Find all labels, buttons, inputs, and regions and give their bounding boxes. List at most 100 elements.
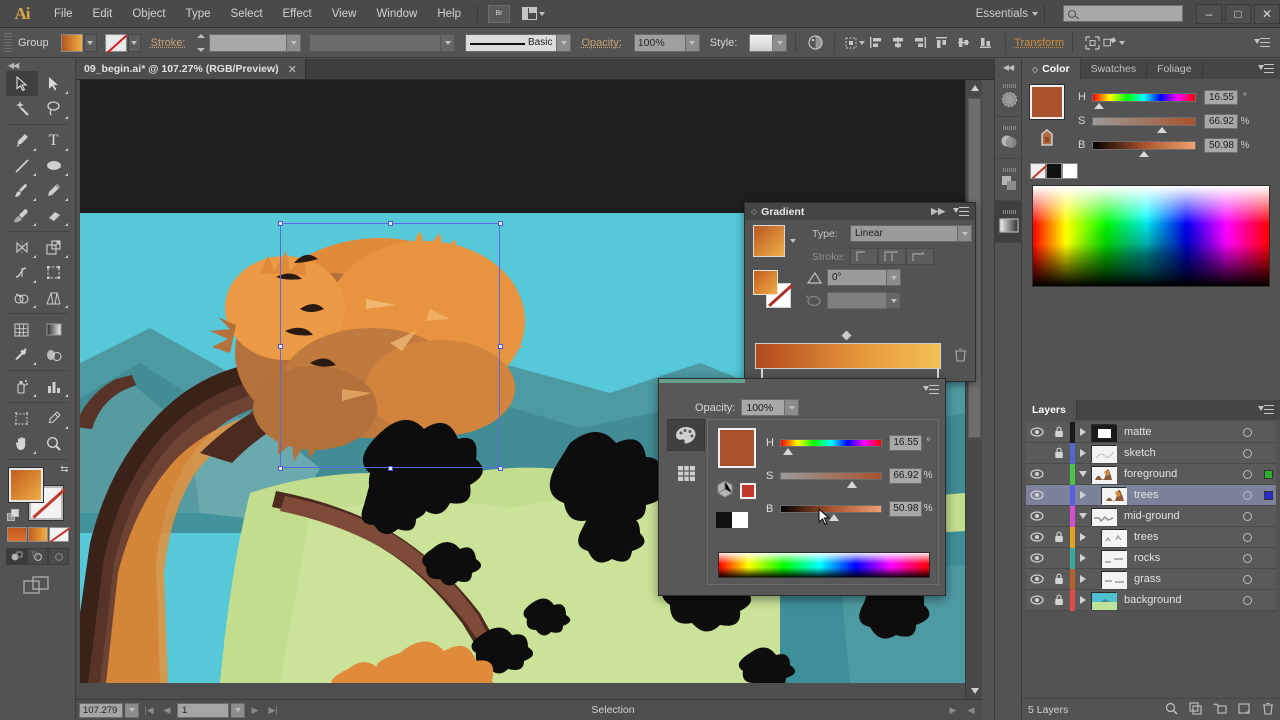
- gradient-angle-chevron-down-icon[interactable]: [887, 269, 901, 286]
- gradient-dock-icon[interactable]: [995, 201, 1023, 243]
- control-panel-menu-icon[interactable]: [1254, 36, 1270, 50]
- graphic-style-swatch[interactable]: [749, 33, 774, 52]
- gradient-panel-menu-icon[interactable]: [953, 205, 969, 219]
- layer-name[interactable]: matte: [1124, 426, 1234, 438]
- gradient-panel-title-bar[interactable]: ◇ Gradient ▶▶: [745, 203, 975, 220]
- selection-bounding-box[interactable]: [278, 221, 503, 471]
- align-top-icon[interactable]: [931, 33, 953, 53]
- appearance-icon[interactable]: [995, 117, 1023, 159]
- menu-object[interactable]: Object: [122, 0, 175, 28]
- create-new-sublayer-icon[interactable]: [1213, 702, 1227, 718]
- next-artboard-button[interactable]: ▶: [247, 703, 263, 718]
- stroke-dropdown-icon[interactable]: [127, 33, 141, 52]
- floating-opacity-input[interactable]: 100%: [741, 399, 786, 416]
- layer-target-circle[interactable]: [1234, 469, 1260, 479]
- opacity-dropdown-icon[interactable]: [685, 33, 700, 52]
- zoom-level-input[interactable]: 107.279: [79, 702, 123, 718]
- minimize-button[interactable]: –: [1196, 3, 1222, 24]
- layer-expand-chevron-right-icon[interactable]: [1075, 596, 1091, 604]
- gradient-tool[interactable]: [38, 317, 70, 342]
- color-panel-stroke-swatch[interactable]: [1039, 129, 1055, 147]
- layer-name[interactable]: rocks: [1134, 552, 1234, 564]
- gradient-fill-button[interactable]: [27, 527, 48, 542]
- selection-tool[interactable]: [5, 71, 38, 96]
- swatch-white[interactable]: [1062, 163, 1078, 179]
- layer-expand-chevron-right-icon[interactable]: [1075, 554, 1091, 562]
- layer-target-circle[interactable]: [1234, 574, 1260, 584]
- swatch-none[interactable]: [1030, 163, 1046, 179]
- workspace-chevron-down-icon[interactable]: [1032, 11, 1038, 16]
- swatch-black[interactable]: [1046, 163, 1062, 179]
- layer-name[interactable]: trees: [1134, 531, 1234, 543]
- handle-top-right[interactable]: [498, 221, 503, 226]
- layer-name[interactable]: mid-ground: [1124, 510, 1234, 522]
- layer-visibility-toggle-icon[interactable]: [1026, 532, 1048, 542]
- close-button[interactable]: ✕: [1254, 3, 1280, 24]
- rotate-tool[interactable]: [6, 235, 38, 260]
- menu-view[interactable]: View: [322, 0, 367, 28]
- tools-collapse-button[interactable]: ◀◀: [0, 59, 75, 71]
- gradient-preset-chevron-down-icon[interactable]: [790, 239, 796, 243]
- color-panel-menu-icon[interactable]: [1258, 62, 1274, 76]
- brush-libraries-icon[interactable]: [995, 75, 1023, 117]
- hand-tool[interactable]: [6, 431, 38, 456]
- blob-brush-tool[interactable]: [6, 203, 38, 228]
- layer-target-circle[interactable]: [1234, 448, 1260, 458]
- stroke-weight-dropdown-icon[interactable]: [287, 33, 302, 52]
- artboard-tool[interactable]: [6, 406, 38, 431]
- floating-opacity-chevron-down-icon[interactable]: [785, 399, 800, 416]
- search-input[interactable]: [1063, 5, 1183, 22]
- layer-lock-toggle-icon[interactable]: [1048, 594, 1070, 606]
- menu-type[interactable]: Type: [176, 0, 221, 28]
- out-of-gamut-swatch[interactable]: [740, 482, 756, 499]
- gradient-slider[interactable]: [751, 330, 966, 387]
- dock-collapse-button[interactable]: ◀◀: [995, 59, 1021, 75]
- layer-name[interactable]: background: [1124, 594, 1234, 606]
- floating-hue-track[interactable]: [779, 438, 883, 455]
- gradient-preview-swatch[interactable]: [753, 225, 785, 257]
- zoom-tool[interactable]: [38, 431, 70, 456]
- handle-middle-left[interactable]: [278, 344, 283, 349]
- floating-hue-input[interactable]: 16.55: [889, 434, 923, 451]
- layer-target-circle[interactable]: [1234, 490, 1260, 500]
- layer-lock-toggle-icon[interactable]: [1048, 573, 1070, 585]
- isolate-selected-group-icon[interactable]: [1081, 33, 1103, 53]
- symbols-icon[interactable]: [995, 159, 1023, 201]
- layer-target-circle[interactable]: [1234, 511, 1260, 521]
- arrange-documents-button[interactable]: [522, 5, 548, 23]
- delete-gradient-stop-icon[interactable]: [954, 347, 967, 365]
- draw-inside-button[interactable]: [48, 548, 69, 565]
- direct-selection-tool[interactable]: [38, 71, 70, 96]
- tab-foliage[interactable]: Foliage: [1147, 59, 1203, 79]
- eraser-tool[interactable]: [38, 203, 70, 228]
- color-spectrum-bar[interactable]: [1032, 185, 1270, 287]
- menu-select[interactable]: Select: [221, 0, 273, 28]
- eyedropper-tool[interactable]: [6, 342, 38, 367]
- floating-saturation-input[interactable]: 66.92: [889, 467, 923, 484]
- brightness-value-input[interactable]: 50.98: [1204, 137, 1238, 153]
- align-bottom-icon[interactable]: [975, 33, 997, 53]
- layer-collapse-chevron-down-icon[interactable]: [1075, 471, 1091, 477]
- gradient-stroke-within-button[interactable]: [850, 248, 878, 265]
- align-left-icon[interactable]: [865, 33, 887, 53]
- out-of-gamut-icon[interactable]: [716, 480, 734, 501]
- width-tool[interactable]: [6, 260, 38, 285]
- swap-fill-stroke-icon[interactable]: ⇆: [60, 464, 68, 475]
- layer-target-circle[interactable]: [1234, 553, 1260, 563]
- layer-row-background-8[interactable]: background: [1026, 589, 1276, 611]
- handle-middle-right[interactable]: [498, 344, 503, 349]
- select-similar-objects-icon[interactable]: [1103, 33, 1126, 53]
- brush-definition-dropdown-icon[interactable]: [557, 33, 572, 52]
- make-clipping-mask-icon[interactable]: [1189, 701, 1202, 718]
- color-panel-fill-swatch[interactable]: [1029, 84, 1065, 120]
- hue-value-input[interactable]: 16.55: [1204, 89, 1238, 105]
- opacity-mask-icon[interactable]: [804, 33, 826, 53]
- magic-wand-tool[interactable]: [6, 96, 38, 121]
- transform-link[interactable]: Transform: [1014, 37, 1064, 49]
- workspace-label[interactable]: Essentials: [966, 8, 1032, 20]
- floating-swatch-white[interactable]: [732, 512, 748, 528]
- scale-tool[interactable]: [38, 235, 70, 260]
- floating-swatch-black[interactable]: [716, 512, 732, 528]
- paintbrush-tool[interactable]: [6, 178, 38, 203]
- draw-behind-button[interactable]: [27, 548, 48, 565]
